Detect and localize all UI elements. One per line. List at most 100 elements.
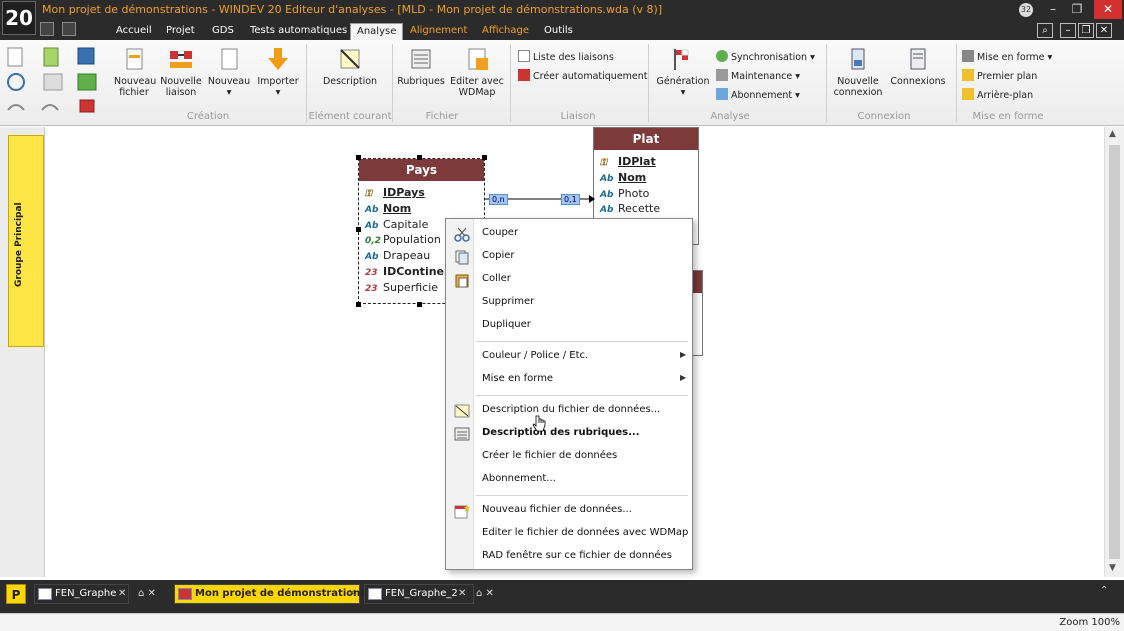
tab-accueil[interactable]: Accueil (110, 23, 158, 40)
synchronisation-button[interactable]: Synchronisation ▾ (716, 50, 815, 65)
field-type-text: Ab (365, 252, 379, 263)
send-back-icon (962, 88, 974, 100)
windev-logo[interactable]: 20 (2, 1, 36, 35)
doc-close-icon[interactable]: ✕ (1096, 23, 1112, 38)
tab-outils[interactable]: Outils (538, 23, 579, 40)
liste-liaisons-button[interactable]: Liste des liaisons (518, 50, 614, 65)
ribbon: Nouveau fichier Nouvelle liaison Nouveau… (0, 40, 1124, 126)
auto-link-icon (518, 69, 530, 81)
menu-item-description-fichier[interactable]: Description du fichier de données... (482, 404, 660, 415)
group-label-creation: Création (186, 111, 230, 122)
menu-separator (476, 341, 688, 342)
chevron-up-icon[interactable]: ⌃ (1100, 585, 1108, 596)
field-row[interactable]: ⚿ IDPays (365, 185, 484, 201)
field-row[interactable]: Ab Photo (600, 186, 698, 202)
zoom-level[interactable]: Zoom 100% (1059, 617, 1120, 628)
search-icon[interactable]: ⌕ (1037, 23, 1053, 38)
doc-minimize-icon[interactable]: – (1060, 23, 1076, 38)
importer-button[interactable]: Importer ▾ (256, 46, 300, 98)
group-label-fichier: Fichier (425, 111, 459, 122)
field-row[interactable]: ⚿ IDPlat (600, 154, 698, 170)
maintenance-button[interactable]: Maintenance ▾ (716, 69, 800, 84)
field-row[interactable]: Ab Nom (365, 201, 484, 217)
connexions-button[interactable]: Connexions (888, 46, 948, 87)
window-title: Mon projet de démonstrations - WINDEV 20… (42, 3, 663, 16)
field-row[interactable]: Ab Nom (600, 170, 698, 186)
arriere-plan-button[interactable]: Arrière-plan (962, 88, 1033, 103)
nouvelle-liaison-button[interactable]: Nouvelle liaison (158, 46, 204, 98)
nouveau-fichier-button[interactable]: Nouveau fichier (114, 46, 156, 98)
scissors-icon (454, 227, 470, 242)
menu-item-mise-en-forme[interactable]: Mise en forme (482, 373, 553, 384)
tab-fen-graphe[interactable]: FEN_Graphe (34, 584, 129, 604)
format-icon (962, 50, 974, 62)
mise-en-forme-button[interactable]: Mise en forme ▾ (962, 50, 1052, 65)
menu-item-coller[interactable]: Coller (482, 273, 511, 284)
premier-plan-button[interactable]: Premier plan (962, 69, 1037, 84)
editer-wdmap-button[interactable]: Editer avec WDMap (448, 46, 506, 98)
connections-icon (910, 48, 926, 70)
doc-restore-icon[interactable]: ❐ (1078, 23, 1094, 38)
tab-extra-icon[interactable]: ⌂ ✕ (138, 588, 156, 599)
tab-close-icon[interactable]: ✕ (348, 588, 356, 599)
tab-close-icon[interactable]: ✕ (458, 588, 466, 599)
menu-item-nouveau-fichier[interactable]: Nouveau fichier de données... (482, 504, 632, 515)
quick-access-grid-icon[interactable] (40, 22, 54, 36)
close-icon[interactable]: ✕ (1094, 0, 1122, 19)
selection-handle[interactable] (417, 302, 422, 307)
menu-item-editer-wdmap[interactable]: Editer le fichier de données avec WDMap (482, 527, 688, 538)
description-file-icon (454, 404, 470, 418)
left-panel: Groupe Principal (0, 127, 45, 577)
selection-handle[interactable] (417, 155, 422, 160)
entity-title: Plat (594, 128, 698, 150)
generation-button[interactable]: Génération ▾ (654, 46, 712, 98)
restore-icon[interactable]: ❐ (1066, 0, 1088, 19)
minimize-icon[interactable]: – (1042, 0, 1064, 19)
new-link-icon (170, 51, 192, 68)
scroll-thumb[interactable] (1109, 145, 1120, 559)
cardinality-right[interactable]: 0,1 (561, 194, 580, 205)
context-menu: Couper Copier Coller Supprimer Dupliquer… (445, 218, 693, 570)
menu-item-supprimer[interactable]: Supprimer (482, 296, 534, 307)
nouvelle-connexion-button[interactable]: Nouvelle connexion (830, 46, 886, 98)
tab-mon-projet[interactable]: Mon projet de démonstrations (174, 584, 366, 604)
tab-alignement[interactable]: Alignement (404, 23, 473, 40)
menu-item-rad-fenetre[interactable]: RAD fenêtre sur ce fichier de données (482, 550, 672, 561)
menu-item-creer-fichier[interactable]: Créer le fichier de données (482, 450, 617, 461)
scroll-up-icon[interactable]: ▲ (1109, 129, 1116, 139)
menu-item-description-rubriques[interactable]: Description des rubriques... (482, 427, 640, 438)
notification-badge[interactable]: 32 (1019, 3, 1033, 17)
abonnement-button[interactable]: Abonnement ▾ (716, 88, 800, 103)
ribbon-separator (956, 44, 957, 122)
rubriques-button[interactable]: Rubriques (396, 46, 446, 87)
quick-access-layout-icon[interactable] (62, 22, 76, 36)
description-button[interactable]: Description (318, 46, 382, 87)
selection-handle[interactable] (482, 155, 487, 160)
window-icon (368, 588, 382, 600)
tab-projet[interactable]: Projet (160, 23, 201, 40)
nouveau-button[interactable]: Nouveau ▾ (206, 46, 252, 98)
tab-close-icon[interactable]: ✕ (118, 588, 126, 599)
tab-analyse[interactable]: Analyse (350, 23, 404, 40)
menu-item-couper[interactable]: Couper (482, 227, 518, 238)
field-row[interactable]: Ab Recette (600, 201, 698, 217)
selection-handle[interactable] (356, 227, 361, 232)
cardinality-left[interactable]: 0,n (489, 194, 508, 205)
project-icon[interactable]: P (6, 584, 26, 604)
vertical-scrollbar[interactable]: ▲ ▼ (1104, 127, 1124, 577)
menu-item-copier[interactable]: Copier (482, 250, 515, 261)
menu-item-dupliquer[interactable]: Dupliquer (482, 319, 531, 330)
paste-icon (455, 274, 469, 288)
tab-tests-automatiques[interactable]: Tests automatiques (244, 23, 353, 40)
tab-extra-icon[interactable]: ⌂ ✕ (476, 588, 494, 599)
selection-handle[interactable] (356, 155, 361, 160)
selection-handle[interactable] (356, 302, 361, 307)
quick-tools-icons[interactable] (6, 46, 106, 116)
menu-item-couleur-police[interactable]: Couleur / Police / Etc. (482, 350, 588, 361)
tab-affichage[interactable]: Affichage (476, 23, 535, 40)
new-file-icon (126, 48, 143, 70)
menu-item-abonnement[interactable]: Abonnement... (482, 473, 556, 484)
creer-automatiquement-button[interactable]: Créer automatiquement (518, 69, 648, 84)
tab-gds[interactable]: GDS (206, 23, 240, 40)
scroll-down-icon[interactable]: ▼ (1109, 563, 1116, 573)
